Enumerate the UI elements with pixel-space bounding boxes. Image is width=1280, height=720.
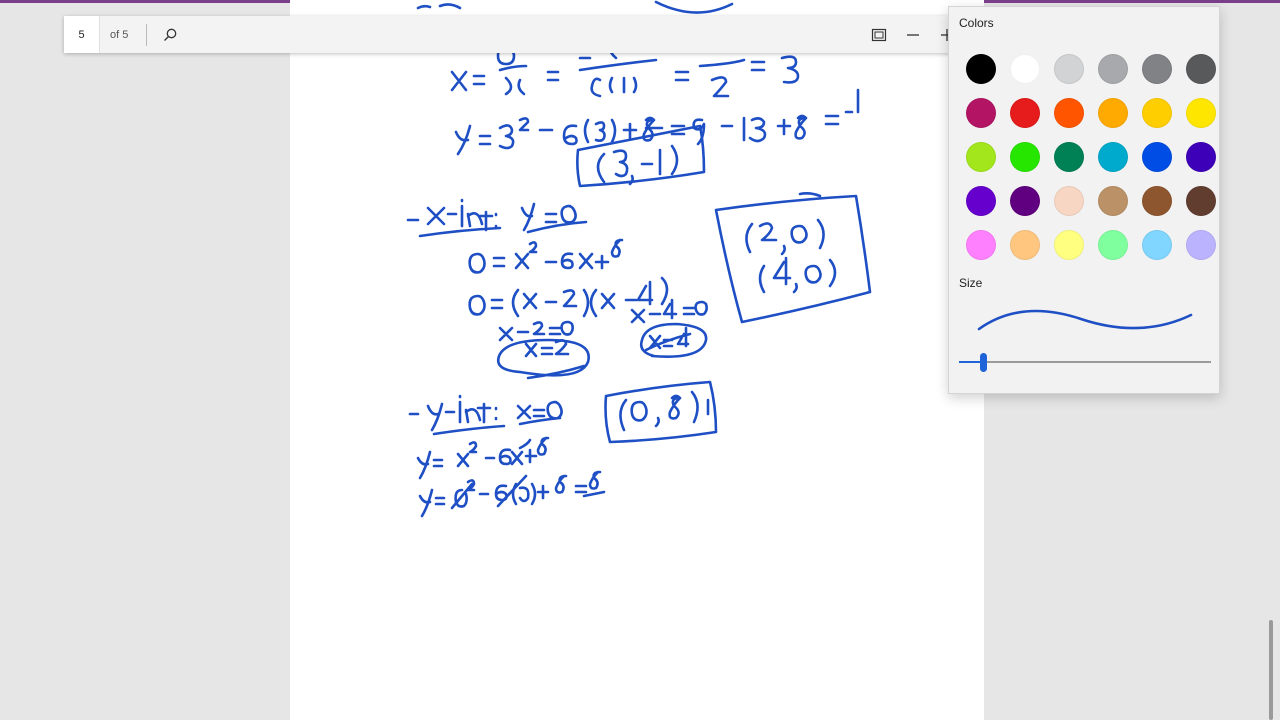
app-window: 5 of 5 Colors Size [0, 0, 1280, 720]
page-number-input[interactable]: 5 [64, 16, 100, 53]
color-swatch[interactable] [1098, 230, 1128, 260]
swatch-cell [959, 179, 1003, 223]
color-swatch[interactable] [1010, 142, 1040, 172]
color-swatch[interactable] [1186, 142, 1216, 172]
size-slider-track[interactable] [959, 361, 1211, 363]
swatch-cell [1135, 47, 1179, 91]
swatch-cell [1047, 179, 1091, 223]
color-swatch[interactable] [1010, 230, 1040, 260]
color-swatch[interactable] [1142, 142, 1172, 172]
swatch-cell [1135, 135, 1179, 179]
vertical-scrollbar-thumb[interactable] [1269, 620, 1273, 720]
swatch-cell [1003, 179, 1047, 223]
color-swatch[interactable] [1054, 142, 1084, 172]
swatch-cell [1179, 223, 1223, 267]
document-page[interactable] [290, 0, 984, 720]
swatch-cell [1047, 223, 1091, 267]
color-swatch[interactable] [1098, 98, 1128, 128]
color-swatch[interactable] [1054, 98, 1084, 128]
color-swatch[interactable] [1098, 142, 1128, 172]
swatch-cell [1179, 179, 1223, 223]
color-swatch[interactable] [1010, 186, 1040, 216]
color-swatch[interactable] [966, 142, 996, 172]
swatch-cell [1003, 135, 1047, 179]
swatch-cell [1091, 47, 1135, 91]
color-swatch[interactable] [1054, 54, 1084, 84]
swatch-cell [1047, 91, 1091, 135]
color-swatch[interactable] [1098, 54, 1128, 84]
color-swatch[interactable] [1054, 230, 1084, 260]
swatch-cell [1003, 47, 1047, 91]
swatch-cell [1003, 223, 1047, 267]
color-swatch[interactable] [1186, 186, 1216, 216]
search-icon [164, 28, 177, 41]
swatch-cell [1047, 135, 1091, 179]
color-swatch[interactable] [1186, 230, 1216, 260]
color-swatch[interactable] [966, 186, 996, 216]
fit-page-button[interactable] [862, 16, 896, 53]
swatch-cell [1135, 91, 1179, 135]
color-swatch[interactable] [1054, 186, 1084, 216]
color-swatch[interactable] [1142, 98, 1172, 128]
swatch-cell [1091, 135, 1135, 179]
color-swatch[interactable] [1142, 54, 1172, 84]
swatch-cell [1135, 179, 1179, 223]
size-heading: Size [959, 276, 983, 290]
swatch-cell [1179, 91, 1223, 135]
swatch-cell [959, 47, 1003, 91]
color-swatch[interactable] [1142, 186, 1172, 216]
swatch-cell [1091, 223, 1135, 267]
stroke-size-preview [977, 309, 1193, 331]
colors-heading: Colors [959, 16, 994, 30]
color-swatch[interactable] [966, 54, 996, 84]
swatch-cell [959, 91, 1003, 135]
page-count-label: of 5 [110, 28, 129, 41]
swatch-cell [1135, 223, 1179, 267]
search-button[interactable] [153, 16, 187, 53]
swatch-cell [1003, 91, 1047, 135]
swatch-cell [1047, 47, 1091, 91]
ink-color-flyout: Colors Size [948, 6, 1220, 394]
swatch-cell [959, 135, 1003, 179]
color-swatch[interactable] [966, 230, 996, 260]
size-slider-thumb[interactable] [980, 353, 987, 372]
color-swatch[interactable] [1142, 230, 1172, 260]
color-swatch[interactable] [1098, 186, 1128, 216]
size-preview-stroke [977, 309, 1193, 331]
swatch-cell [1179, 47, 1223, 91]
swatch-cell [959, 223, 1003, 267]
swatch-cell [1091, 91, 1135, 135]
color-swatch[interactable] [966, 98, 996, 128]
color-swatch-grid [959, 47, 1223, 267]
color-swatch[interactable] [1186, 98, 1216, 128]
color-swatch[interactable] [1010, 54, 1040, 84]
toolbar-separator [146, 23, 147, 46]
color-swatch[interactable] [1010, 98, 1040, 128]
swatch-cell [1179, 135, 1223, 179]
fit-page-icon [871, 28, 887, 41]
zoom-out-button[interactable] [896, 16, 930, 53]
color-swatch[interactable] [1186, 54, 1216, 84]
swatch-cell [1091, 179, 1135, 223]
minus-icon [907, 33, 919, 36]
pdf-toolbar: 5 of 5 [64, 16, 964, 53]
